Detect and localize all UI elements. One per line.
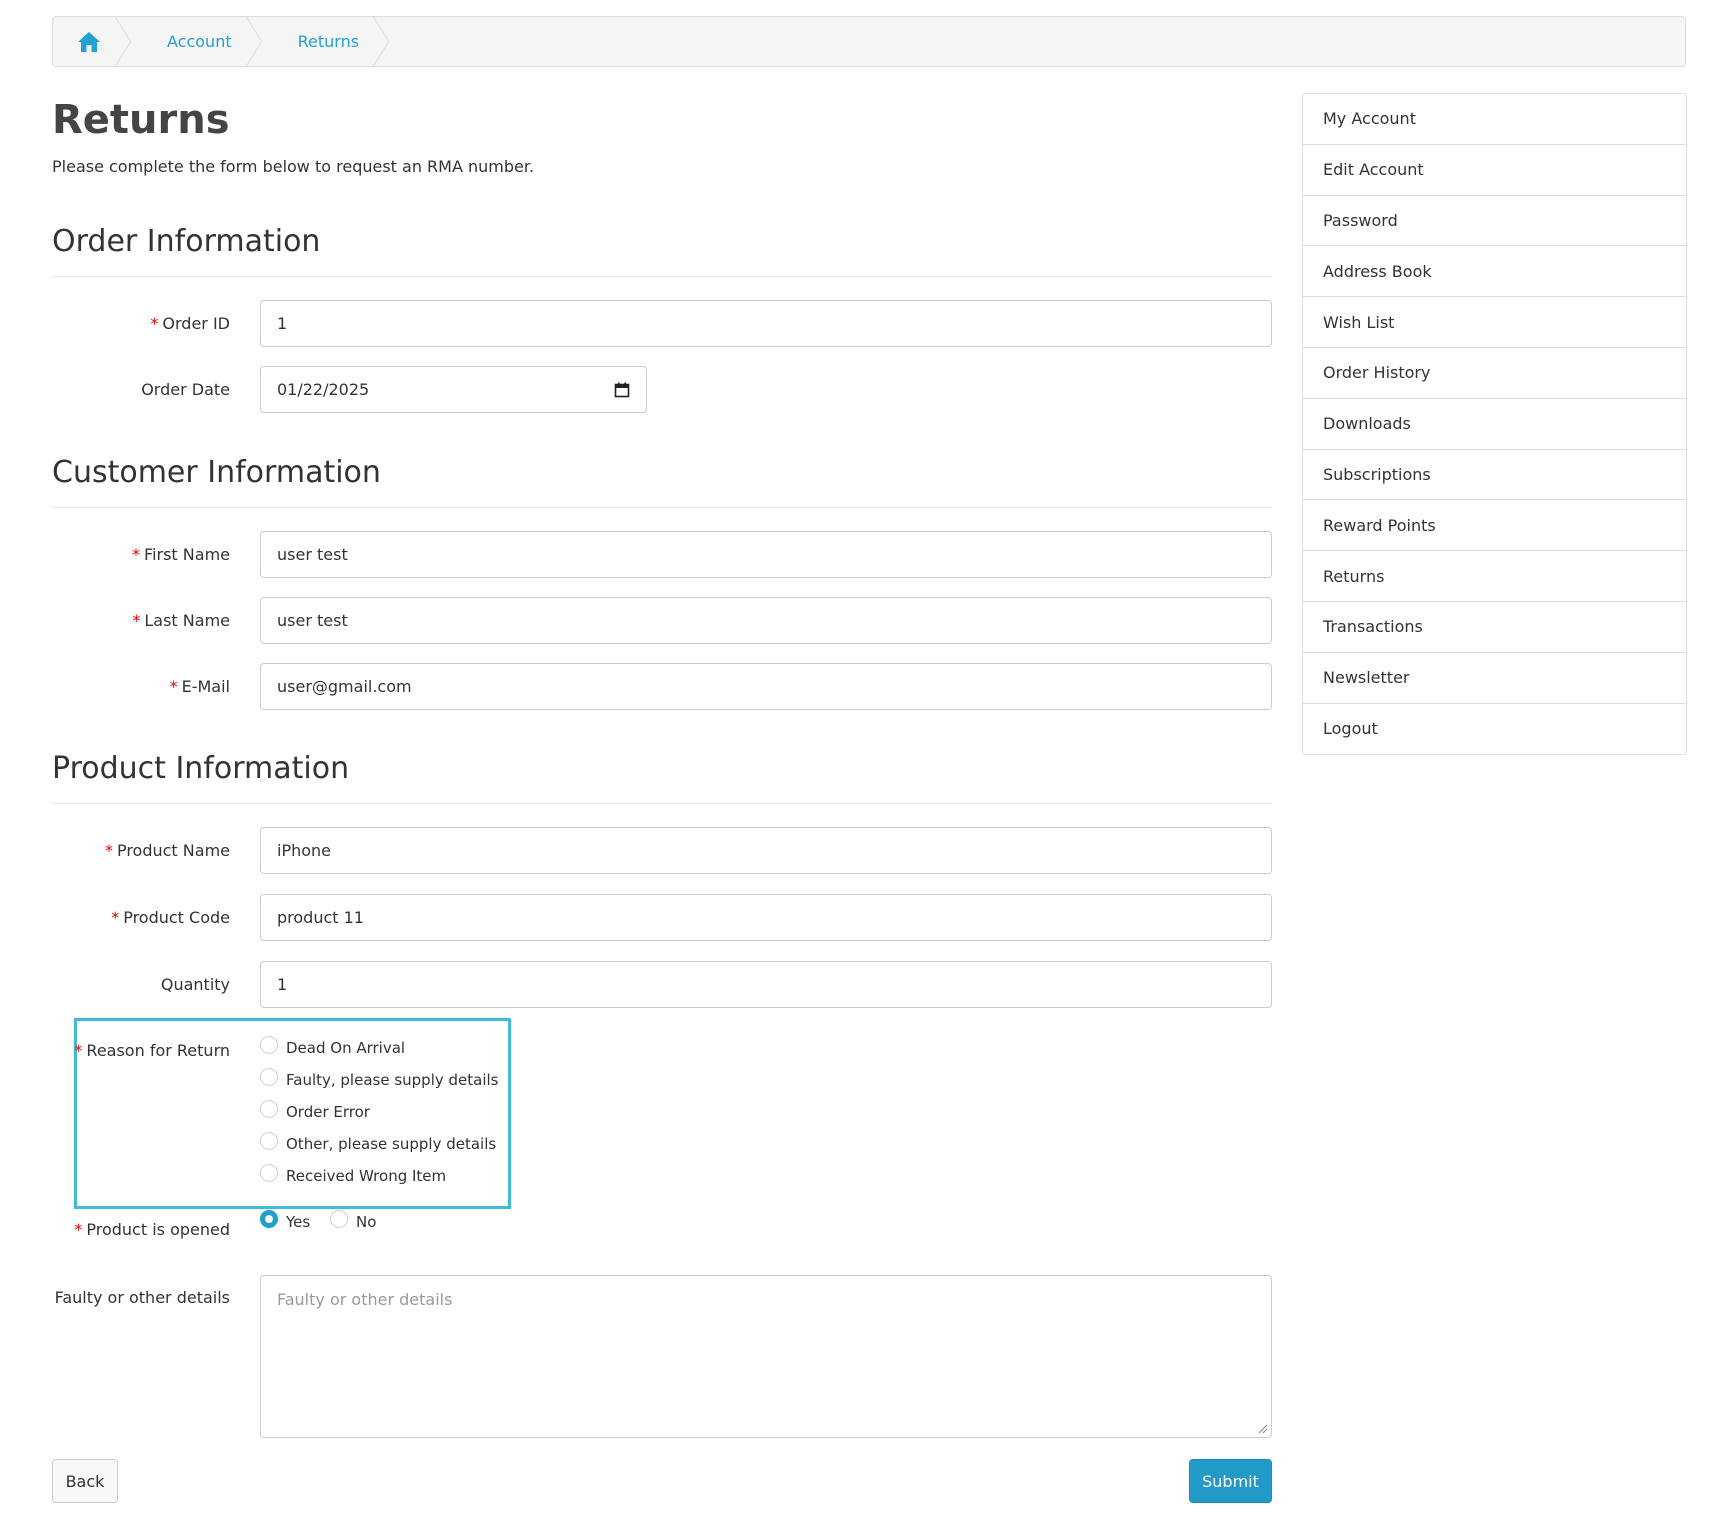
required-marker: * — [104, 841, 113, 860]
submit-button[interactable]: Submit — [1189, 1459, 1272, 1503]
first-name-label: * First Name — [132, 545, 230, 564]
page-title: Returns — [52, 97, 230, 143]
details-label: Faulty or other details — [54, 1288, 230, 1307]
reason-option-dead-on-arrival[interactable]: Dead On Arrival — [260, 1032, 498, 1064]
required-marker: * — [150, 314, 159, 333]
reason-radio-group: Dead On Arrival Faulty, please supply de… — [260, 1032, 498, 1192]
sidebar-item-wish-list[interactable]: Wish List — [1303, 297, 1686, 348]
radio-button[interactable] — [260, 1068, 278, 1086]
sidebar-item-order-history[interactable]: Order History — [1303, 347, 1686, 399]
account-sidebar: My Account Edit Account Password Address… — [1302, 93, 1687, 756]
email-input[interactable]: user@gmail.com — [260, 663, 1272, 710]
sidebar-item-reward-points[interactable]: Reward Points — [1303, 500, 1686, 552]
product-name-label: * Product Name — [104, 841, 230, 860]
reason-option-wrong-item[interactable]: Received Wrong Item — [260, 1160, 498, 1192]
quantity-input[interactable]: 1 — [260, 961, 1272, 1008]
sidebar-item-subscriptions[interactable]: Subscriptions — [1303, 449, 1686, 501]
order-id-input[interactable]: 1 — [260, 300, 1272, 347]
radio-button[interactable] — [260, 1036, 278, 1054]
sidebar-item-password[interactable]: Password — [1303, 195, 1686, 247]
breadcrumb: Account Returns — [52, 16, 1686, 67]
sidebar-item-address-book[interactable]: Address Book — [1303, 246, 1686, 298]
product-information-heading: Product Information — [52, 749, 1272, 804]
sidebar-item-returns[interactable]: Returns — [1303, 551, 1686, 602]
quantity-label: Quantity — [160, 975, 230, 994]
product-opened-label: * Product is opened — [74, 1220, 230, 1239]
email-label: * E-Mail — [169, 677, 230, 696]
product-name-input[interactable]: iPhone — [260, 827, 1272, 874]
last-name-label: * Last Name — [132, 611, 230, 630]
page-intro: Please complete the form below to reques… — [52, 157, 535, 176]
order-information-heading: Order Information — [52, 222, 1272, 277]
breadcrumb-link-returns[interactable]: Returns — [298, 32, 359, 51]
order-date-input[interactable]: 01/22/2025 — [260, 366, 647, 413]
required-marker: * — [132, 545, 141, 564]
required-marker: * — [74, 1041, 83, 1060]
radio-button[interactable] — [330, 1210, 348, 1228]
sidebar-item-transactions[interactable]: Transactions — [1303, 601, 1686, 653]
calendar-icon[interactable] — [614, 382, 630, 398]
reason-option-faulty[interactable]: Faulty, please supply details — [260, 1064, 498, 1096]
home-icon[interactable] — [77, 31, 101, 53]
order-date-label: Order Date — [141, 380, 230, 399]
breadcrumb-separator — [373, 17, 390, 66]
details-textarea[interactable]: Faulty or other details — [260, 1275, 1272, 1438]
sidebar-item-edit-account[interactable]: Edit Account — [1303, 144, 1686, 196]
breadcrumb-returns[interactable]: Returns — [262, 17, 390, 66]
required-marker: * — [74, 1220, 83, 1239]
radio-button-checked[interactable] — [260, 1210, 278, 1228]
details-placeholder: Faulty or other details — [277, 1290, 453, 1309]
radio-button[interactable] — [260, 1100, 278, 1118]
last-name-input[interactable]: user test — [260, 597, 1272, 644]
order-id-label: * Order ID — [150, 314, 230, 333]
sidebar-item-downloads[interactable]: Downloads — [1303, 398, 1686, 450]
sidebar-item-logout[interactable]: Logout — [1303, 703, 1686, 755]
opened-option-no[interactable]: No — [330, 1210, 376, 1231]
required-marker: * — [169, 677, 178, 696]
customer-information-heading: Customer Information — [52, 453, 1272, 508]
radio-button[interactable] — [260, 1164, 278, 1182]
back-button[interactable]: Back — [52, 1459, 118, 1503]
resize-grip-icon[interactable] — [1258, 1424, 1268, 1434]
breadcrumb-link-account[interactable]: Account — [167, 32, 232, 51]
sidebar-item-newsletter[interactable]: Newsletter — [1303, 652, 1686, 704]
product-code-input[interactable]: product 11 — [260, 894, 1272, 941]
breadcrumb-home[interactable] — [53, 17, 132, 66]
opened-option-yes[interactable]: Yes — [260, 1210, 310, 1231]
required-marker: * — [111, 908, 120, 927]
required-marker: * — [132, 611, 141, 630]
reason-option-other[interactable]: Other, please supply details — [260, 1128, 498, 1160]
sidebar-item-my-account[interactable]: My Account — [1303, 94, 1686, 145]
radio-button[interactable] — [260, 1132, 278, 1150]
product-code-label: * Product Code — [111, 908, 230, 927]
first-name-input[interactable]: user test — [260, 531, 1272, 578]
reason-option-order-error[interactable]: Order Error — [260, 1096, 498, 1128]
breadcrumb-account[interactable]: Account — [131, 17, 262, 66]
reason-label: * Reason for Return — [74, 1041, 230, 1060]
